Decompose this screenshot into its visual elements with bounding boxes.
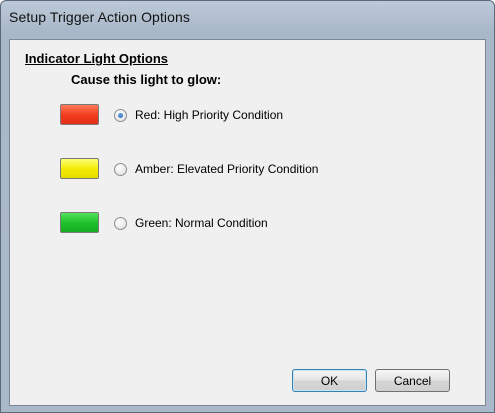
- ok-button[interactable]: OK: [292, 369, 367, 392]
- cancel-button[interactable]: Cancel: [375, 369, 450, 392]
- red-option-radio-row[interactable]: Red: High Priority Condition: [114, 106, 283, 124]
- green-option-radio[interactable]: [114, 216, 127, 230]
- amber-option-radio[interactable]: [114, 162, 127, 176]
- amber-light-swatch: [60, 158, 99, 179]
- dialog-client-area: Indicator Light Options Cause this light…: [9, 39, 486, 406]
- green-light-swatch: [60, 212, 99, 233]
- window-title: Setup Trigger Action Options: [9, 9, 191, 25]
- group-title: Indicator Light Options: [25, 51, 168, 66]
- red-light-swatch: [60, 104, 99, 125]
- green-option-radio-row[interactable]: Green: Normal Condition: [114, 214, 268, 232]
- title-bar[interactable]: Setup Trigger Action Options: [1, 1, 494, 33]
- amber-option-radio-row[interactable]: Amber: Elevated Priority Condition: [114, 160, 318, 178]
- amber-option-label[interactable]: Amber: Elevated Priority Condition: [135, 162, 318, 176]
- red-option-radio[interactable]: [114, 108, 127, 122]
- green-option-label[interactable]: Green: Normal Condition: [135, 216, 268, 230]
- glow-instruction-label: Cause this light to glow:: [71, 72, 222, 87]
- dialog-window: Setup Trigger Action Options Indicator L…: [0, 0, 495, 413]
- red-option-label[interactable]: Red: High Priority Condition: [135, 108, 283, 122]
